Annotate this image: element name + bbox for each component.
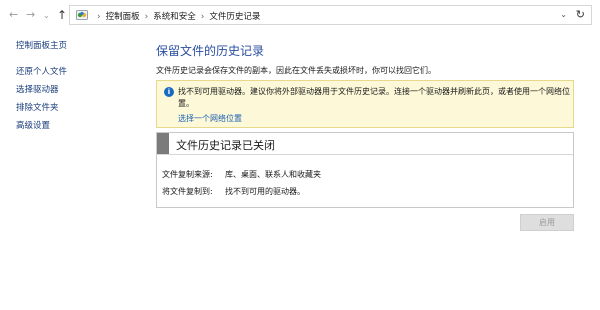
back-arrow-icon[interactable]: ← <box>9 9 18 21</box>
warning-text: 找不到可用驱动器。建议你将外部驱动器用于文件历史记录。连接一个驱动器并刷新此页，… <box>178 87 570 108</box>
info-icon: i <box>164 87 174 97</box>
copy-to-value: 找不到可用的驱动器。 <box>225 187 305 196</box>
breadcrumb-separator-icon[interactable]: › <box>201 12 205 22</box>
status-header: 文件历史记录已关闭 <box>157 133 573 155</box>
select-network-location-link[interactable]: 选择一个网络位置 <box>178 113 242 124</box>
copy-from-label: 文件复制来源: <box>162 170 213 179</box>
warning-banner: i 找不到可用驱动器。建议你将外部驱动器用于文件历史记录。连接一个驱动器并刷新此… <box>156 80 574 128</box>
breadcrumb-item-control-panel[interactable]: 控制面板 <box>106 12 140 22</box>
page-description: 文件历史记录会保存文件的副本，因此在文件丢失或损坏时，你可以找回它们。 <box>156 66 436 75</box>
address-bar[interactable]: › 控制面板 › 系统和安全 › 文件历史记录 ⌄ ↻ <box>69 5 592 25</box>
address-dropdown-chevron-icon[interactable]: ⌄ <box>560 10 567 19</box>
status-panel: 文件历史记录已关闭 文件复制来源: 库、桌面、联系人和收藏夹 将文件复制到: 找不到… <box>156 132 574 208</box>
sidebar-home-link[interactable]: 控制面板主页 <box>16 40 67 52</box>
sidebar-item-restore-files[interactable]: 还原个人文件 <box>16 66 67 78</box>
copy-from-row: 文件复制来源: 库、桌面、联系人和收藏夹 <box>162 169 321 180</box>
sidebar-item-exclude-folders[interactable]: 排除文件夹 <box>16 102 59 114</box>
sidebar-item-select-drive[interactable]: 选择驱动器 <box>16 84 59 96</box>
breadcrumb: › 控制面板 › 系统和安全 › 文件历史记录 <box>92 10 260 22</box>
breadcrumb-item-system-security[interactable]: 系统和安全 <box>153 12 196 22</box>
breadcrumb-separator-icon[interactable]: › <box>145 12 149 22</box>
control-panel-icon <box>76 10 88 20</box>
recent-locations-chevron-down-icon[interactable]: ⌄ <box>43 10 50 22</box>
refresh-icon[interactable]: ↻ <box>576 8 585 21</box>
breadcrumb-item-file-history[interactable]: 文件历史记录 <box>209 12 260 22</box>
enable-button[interactable]: 启用 <box>520 214 574 231</box>
sidebar-item-advanced-settings[interactable]: 高级设置 <box>16 120 50 132</box>
page-title: 保留文件的历史记录 <box>156 44 265 58</box>
up-arrow-icon[interactable]: ↑ <box>57 9 67 21</box>
forward-arrow-icon[interactable]: → <box>26 9 35 21</box>
address-row: ← → ⌄ ↑ › 控制面板 › 系统和安全 › 文件历史记录 ⌄ ↻ <box>0 0 600 30</box>
copy-to-label: 将文件复制到: <box>162 187 213 196</box>
breadcrumb-separator-icon[interactable]: › <box>97 12 101 22</box>
copy-from-value: 库、桌面、联系人和收藏夹 <box>225 170 321 179</box>
copy-to-row: 将文件复制到: 找不到可用的驱动器。 <box>162 186 305 197</box>
status-title: 文件历史记录已关闭 <box>176 139 275 152</box>
status-indicator-bar <box>157 133 169 154</box>
